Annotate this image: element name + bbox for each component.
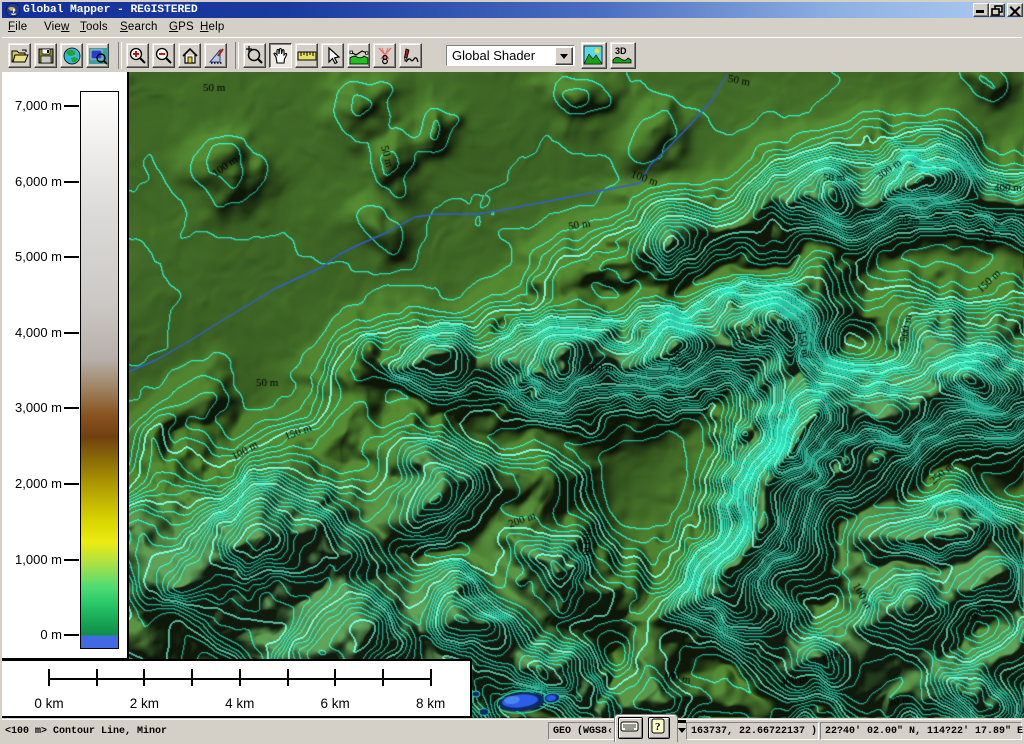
svg-text:?: ?: [655, 721, 661, 733]
svg-text:3D: 3D: [615, 46, 627, 56]
